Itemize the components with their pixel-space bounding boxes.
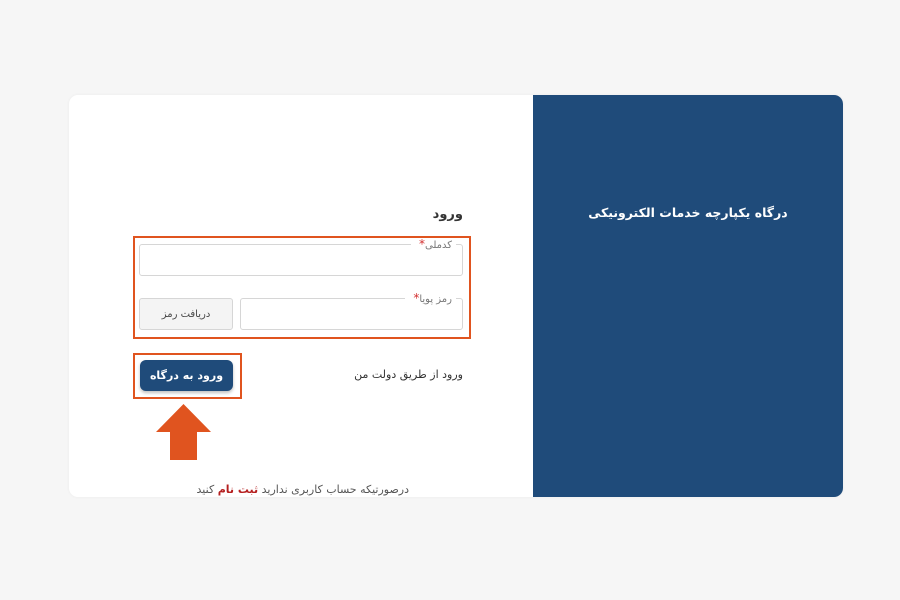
- login-title: ورود: [432, 207, 463, 222]
- fields-highlight-box: [133, 236, 471, 339]
- brand-title: درگاه یکپارچه خدمات الکترونیکی: [588, 205, 788, 220]
- register-prefix: درصورتیکه حساب کاربری ندارید: [261, 483, 409, 496]
- up-arrow-icon: [156, 404, 211, 460]
- register-prompt: درصورتیکه حساب کاربری ندارید ثبت نام کنی…: [189, 483, 409, 496]
- submit-highlight-box: [133, 353, 242, 399]
- brand-panel: درگاه یکپارچه خدمات الکترونیکی: [533, 95, 843, 497]
- register-link[interactable]: ثبت نام: [218, 483, 258, 496]
- register-suffix: کنید: [196, 483, 215, 496]
- gov-login-link[interactable]: ورود از طریق دولت من: [339, 368, 463, 381]
